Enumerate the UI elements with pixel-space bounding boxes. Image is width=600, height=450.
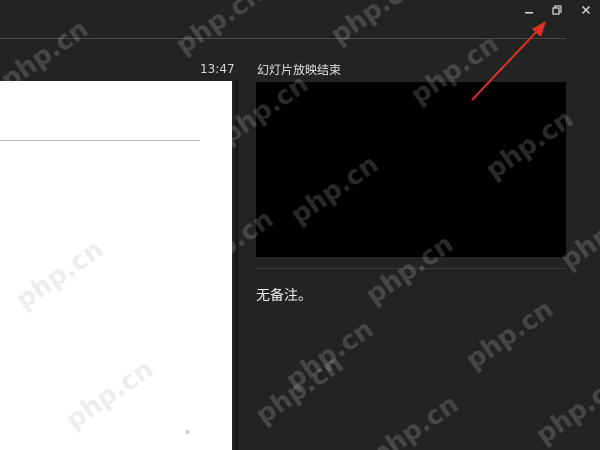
presenter-view-window: 13:47 幻灯片放映结束 无备注。 php.cn php.cn php.cn …	[0, 0, 600, 450]
watermark-text: php.cn	[530, 369, 600, 450]
restore-icon	[552, 5, 562, 15]
slide-rule-line	[0, 140, 200, 141]
watermark-text: php.cn	[280, 314, 380, 396]
restore-button[interactable]	[546, 2, 568, 18]
watermark-text: php.cn	[250, 349, 350, 431]
watermark-text: php.cn	[460, 294, 560, 376]
speaker-notes: 无备注。	[256, 288, 312, 304]
minimize-button[interactable]	[518, 2, 540, 18]
close-button[interactable]	[575, 2, 597, 18]
minimize-icon	[525, 12, 533, 14]
next-slide-label: 幻灯片放映结束	[257, 63, 342, 77]
close-icon	[582, 6, 590, 14]
watermark-text: php.cn	[365, 389, 465, 450]
notes-divider[interactable]	[256, 268, 566, 269]
toolbar-divider	[0, 38, 566, 39]
next-slide-preview[interactable]	[256, 82, 566, 257]
slide-corner-mark	[186, 430, 189, 434]
elapsed-time: 13:47	[200, 62, 235, 76]
pane-splitter[interactable]	[235, 81, 238, 450]
current-slide[interactable]	[0, 81, 232, 450]
title-bar	[0, 0, 600, 22]
